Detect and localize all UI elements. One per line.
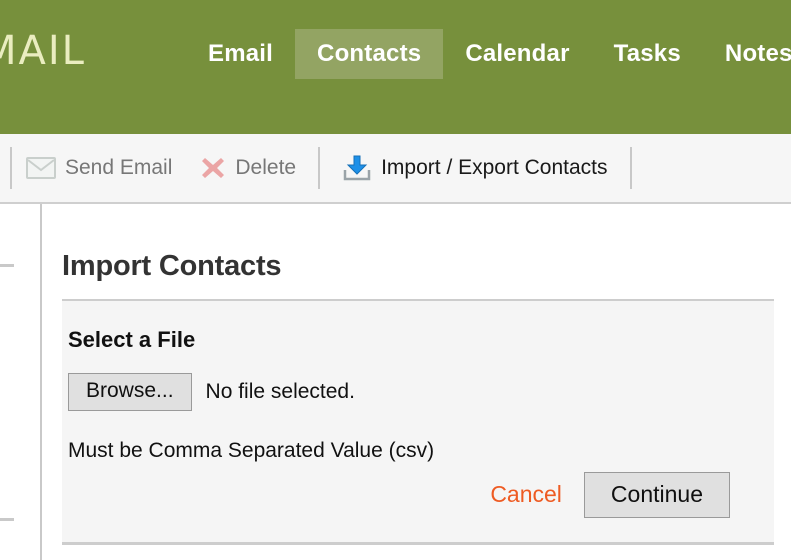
nav-tab-calendar[interactable]: Calendar xyxy=(443,29,591,79)
file-input-row: Browse... No file selected. xyxy=(68,373,774,412)
import-export-contacts-button[interactable]: Import / Export Contacts xyxy=(328,134,621,202)
cancel-button[interactable]: Cancel xyxy=(490,481,562,508)
nav-tab-email[interactable]: Email xyxy=(186,29,295,79)
nav-tab-notes[interactable]: Notes xyxy=(703,29,791,79)
send-email-button[interactable]: Send Email xyxy=(12,134,186,202)
left-rail-divider xyxy=(40,204,42,560)
delete-label: Delete xyxy=(235,156,297,179)
workspace: Import Contacts Select a File Browse... … xyxy=(0,204,791,560)
left-rail-stub-bottom xyxy=(0,518,14,521)
left-rail-stub-top xyxy=(0,264,14,267)
nav-tab-tasks[interactable]: Tasks xyxy=(592,29,703,79)
import-download-icon xyxy=(342,155,372,181)
envelope-icon xyxy=(26,157,56,179)
toolbar-divider-end xyxy=(629,147,632,189)
import-export-contacts-label: Import / Export Contacts xyxy=(381,156,608,179)
send-email-label: Send Email xyxy=(65,156,173,179)
browse-button[interactable]: Browse... xyxy=(68,373,192,412)
main-nav: Email Contacts Calendar Tasks Notes xyxy=(186,29,791,79)
toolbar-divider-mid xyxy=(318,147,321,189)
select-file-heading: Select a File xyxy=(68,327,196,352)
contacts-toolbar: Send Email Delete Import / Export Contac… xyxy=(0,134,791,204)
file-selection-status: No file selected. xyxy=(205,380,355,404)
nav-tab-contacts[interactable]: Contacts xyxy=(295,29,444,79)
red-x-icon xyxy=(200,155,226,181)
select-file-panel: Select a File Browse... No file selected… xyxy=(62,299,774,545)
file-format-hint: Must be Comma Separated Value (csv) xyxy=(68,439,435,463)
brand-logo: MAIL xyxy=(0,28,86,74)
import-contacts-card: Import Contacts Select a File Browse... … xyxy=(62,250,774,545)
continue-button[interactable]: Continue xyxy=(583,471,730,518)
page-title: Import Contacts xyxy=(62,250,282,282)
delete-button[interactable]: Delete xyxy=(186,134,310,202)
form-action-row: Cancel Continue xyxy=(490,471,730,518)
app-header: MAIL Email Contacts Calendar Tasks Notes xyxy=(0,0,791,134)
